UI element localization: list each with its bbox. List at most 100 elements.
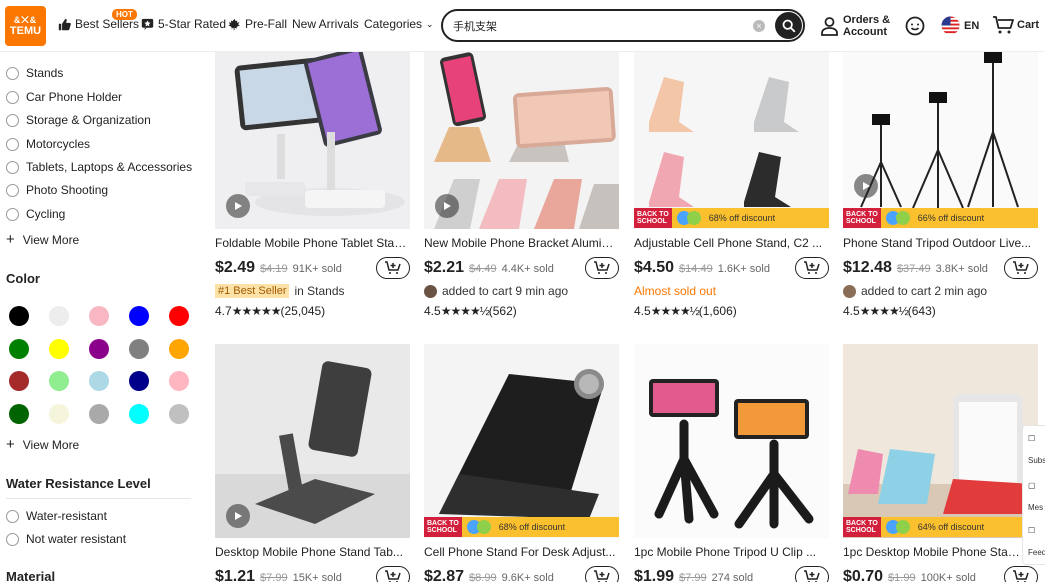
- color-view-more[interactable]: + View More: [6, 436, 79, 453]
- tag-row: added to cart 9 min ago: [424, 284, 568, 298]
- radio-button[interactable]: [6, 532, 19, 546]
- nav-pre-fall[interactable]: Pre-Fall: [228, 17, 287, 31]
- color-swatch[interactable]: [9, 403, 29, 424]
- category-stands[interactable]: Stands: [6, 66, 63, 80]
- product-title[interactable]: Cell Phone Stand For Desk Adjust...: [424, 545, 619, 559]
- play-video-icon[interactable]: [435, 194, 459, 218]
- subscribe-icon[interactable]: ☐: [1028, 434, 1035, 443]
- category-view-more[interactable]: + View More: [6, 232, 80, 247]
- category-motorcycles[interactable]: Motorcycles: [6, 137, 90, 151]
- language-selector[interactable]: EN: [941, 16, 979, 35]
- category-photo-shooting[interactable]: Photo Shooting: [6, 183, 108, 197]
- review-count: (562): [488, 304, 517, 318]
- radio-button[interactable]: [6, 90, 19, 104]
- product-image[interactable]: [424, 344, 619, 538]
- option-label: Water-resistant: [26, 509, 107, 523]
- color-swatch[interactable]: [9, 306, 29, 326]
- color-swatch[interactable]: [89, 338, 109, 359]
- temu-logo[interactable]: &⨉& TEMU: [5, 6, 46, 46]
- discount-banner: BACK TO SCHOOL 68% off discount: [634, 208, 829, 228]
- nav-categories[interactable]: Categories ⌄: [364, 17, 434, 31]
- color-swatch[interactable]: [89, 371, 109, 391]
- product-image[interactable]: [843, 344, 1038, 538]
- cart-button[interactable]: Cart: [992, 15, 1039, 35]
- add-to-cart-button[interactable]: [376, 566, 410, 582]
- color-swatch[interactable]: [49, 403, 69, 424]
- water-resistant-option[interactable]: Water-resistant: [6, 509, 107, 523]
- add-to-cart-button[interactable]: [1004, 257, 1038, 279]
- color-swatch[interactable]: [169, 403, 189, 424]
- add-to-cart-button[interactable]: [795, 257, 829, 279]
- feedback-icon[interactable]: ☐: [1028, 526, 1035, 535]
- add-to-cart-button[interactable]: [376, 257, 410, 279]
- add-to-cart-button[interactable]: [795, 566, 829, 582]
- clear-search-icon[interactable]: ×: [753, 20, 765, 32]
- product-title[interactable]: New Mobile Phone Bracket Aluminum...: [424, 236, 619, 250]
- product-image[interactable]: [634, 344, 829, 538]
- view-more-label: View More: [22, 233, 80, 247]
- category-cycling[interactable]: Cycling: [6, 207, 65, 221]
- product-title[interactable]: 1pc Mobile Phone Tripod U Clip ...: [634, 545, 829, 559]
- category-storage[interactable]: Storage & Organization: [6, 113, 151, 127]
- best-seller-badge[interactable]: #1 Best Seller: [215, 284, 290, 298]
- account-label: Account: [843, 26, 887, 38]
- radio-button[interactable]: [6, 509, 19, 523]
- product-image[interactable]: [634, 52, 829, 229]
- color-swatch[interactable]: [89, 403, 109, 424]
- radio-button[interactable]: [6, 137, 19, 151]
- original-price: $1.99: [888, 572, 916, 582]
- color-swatch[interactable]: [49, 371, 69, 391]
- add-to-cart-button[interactable]: [585, 257, 619, 279]
- color-swatch[interactable]: [169, 306, 189, 326]
- radio-button[interactable]: [6, 160, 19, 174]
- plus-icon: +: [6, 436, 15, 453]
- radio-button[interactable]: [6, 183, 19, 197]
- price: $4.50: [634, 259, 675, 276]
- color-swatch[interactable]: [129, 371, 149, 391]
- nav-five-star[interactable]: 5-Star Rated: [141, 17, 226, 31]
- play-video-icon[interactable]: [226, 504, 250, 528]
- category-label: Photo Shooting: [26, 183, 109, 197]
- category-label: Car Phone Holder: [26, 90, 123, 104]
- color-swatch[interactable]: [9, 371, 29, 391]
- add-to-cart-button[interactable]: [585, 566, 619, 582]
- search-button[interactable]: [775, 12, 802, 39]
- product-title[interactable]: Desktop Mobile Phone Stand Tab...: [215, 545, 410, 559]
- message-icon[interactable]: ▢: [1028, 481, 1036, 490]
- nav-new-arrivals[interactable]: New Arrivals: [292, 17, 359, 31]
- product-title[interactable]: Foldable Mobile Phone Tablet Stand...: [215, 236, 410, 250]
- chat-support-icon[interactable]: [905, 16, 925, 36]
- product-title[interactable]: Adjustable Cell Phone Stand, C2 ...: [634, 236, 829, 250]
- category-car-phone-holder[interactable]: Car Phone Holder: [6, 90, 122, 104]
- discount-banner: BACK TO SCHOOL 66% off discount: [843, 208, 1038, 228]
- color-swatch[interactable]: [49, 338, 69, 359]
- color-swatch[interactable]: [89, 306, 109, 326]
- add-to-cart-button[interactable]: [1004, 566, 1038, 582]
- color-swatch[interactable]: [129, 338, 149, 359]
- color-swatch[interactable]: [129, 306, 149, 326]
- color-swatch[interactable]: [169, 371, 189, 391]
- color-swatch[interactable]: [49, 306, 69, 326]
- radio-button[interactable]: [6, 207, 19, 221]
- product-image[interactable]: [843, 52, 1038, 229]
- orders-account[interactable]: Orders & Account: [821, 14, 890, 38]
- play-video-icon[interactable]: [854, 174, 878, 198]
- cart-icon: [993, 16, 1014, 34]
- tag-row: added to cart 2 min ago: [843, 284, 987, 298]
- color-swatch[interactable]: [129, 403, 149, 424]
- price: $2.21: [424, 259, 465, 276]
- color-swatch[interactable]: [9, 338, 29, 359]
- radio-button[interactable]: [6, 66, 19, 80]
- radio-button[interactable]: [6, 113, 19, 127]
- school-stamp-icon: [885, 211, 910, 225]
- sold-count: 15K+ sold: [292, 572, 342, 582]
- us-flag-icon: [941, 16, 960, 35]
- product-title[interactable]: Phone Stand Tripod Outdoor Live...: [843, 236, 1038, 250]
- divider: [6, 498, 191, 499]
- category-tablets[interactable]: Tablets, Laptops & Accessories: [6, 160, 192, 174]
- product-title[interactable]: 1pc Desktop Mobile Phone Stand...: [843, 545, 1023, 559]
- play-video-icon[interactable]: [226, 194, 250, 218]
- not-water-resistant-option[interactable]: Not water resistant: [6, 532, 126, 546]
- color-swatch[interactable]: [169, 338, 189, 359]
- search-input[interactable]: [453, 19, 753, 32]
